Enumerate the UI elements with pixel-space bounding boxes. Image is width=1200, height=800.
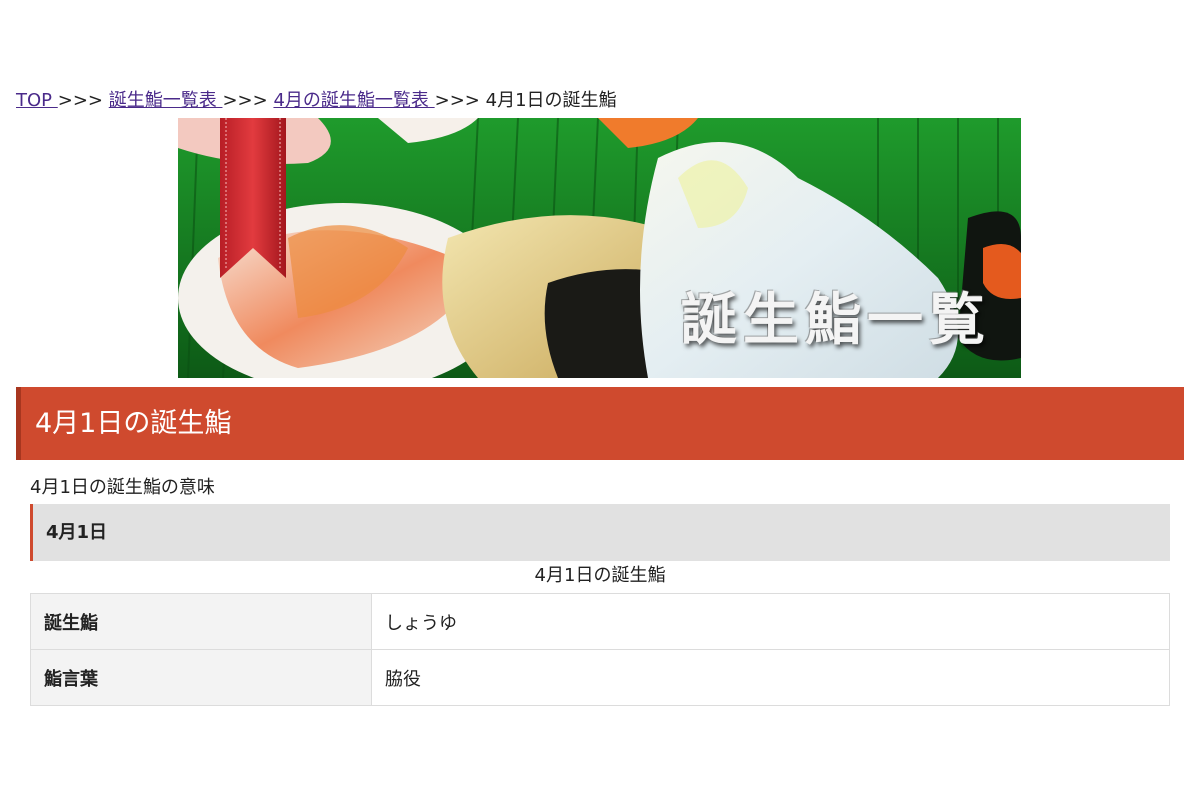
sushi-info-table: 誕生鮨 しょうゆ 鮨言葉 脇役: [30, 593, 1170, 706]
date-section-header: 4月1日: [30, 504, 1170, 561]
breadcrumb: TOP >>> 誕生鮨一覧表 >>> 4月の誕生鮨一覧表 >>> 4月1日の誕生…: [16, 89, 617, 113]
breadcrumb-top-link[interactable]: TOP: [16, 90, 58, 111]
table-row-label: 鮨言葉: [30, 649, 372, 706]
table-row: 誕生鮨 しょうゆ: [30, 593, 1170, 650]
breadcrumb-separator: >>>: [222, 90, 268, 111]
breadcrumb-april-list-link[interactable]: 4月の誕生鮨一覧表: [273, 90, 434, 111]
breadcrumb-separator: >>>: [434, 90, 480, 111]
banner-title: 誕生鮨一覧: [681, 287, 991, 353]
banner-image: 誕生鮨一覧: [178, 118, 1021, 378]
breadcrumb-sushi-list-link[interactable]: 誕生鮨一覧表: [109, 90, 223, 111]
table-row: 鮨言葉 脇役: [30, 649, 1170, 706]
page-heading-bar: 4月1日の誕生鮨: [16, 387, 1184, 460]
page: TOP >>> 誕生鮨一覧表 >>> 4月の誕生鮨一覧表 >>> 4月1日の誕生…: [0, 0, 1200, 800]
table-row-label: 誕生鮨: [30, 593, 372, 650]
meaning-subtitle: 4月1日の誕生鮨の意味: [30, 477, 215, 498]
table-caption: 4月1日の誕生鮨: [534, 565, 666, 586]
table-row-value: しょうゆ: [371, 593, 1170, 650]
date-label: 4月1日: [46, 522, 108, 543]
page-title: 4月1日の誕生鮨: [35, 408, 232, 439]
table-row-value: 脇役: [371, 649, 1170, 706]
breadcrumb-separator: >>>: [57, 90, 103, 111]
breadcrumb-current: 4月1日の誕生鮨: [485, 90, 617, 111]
